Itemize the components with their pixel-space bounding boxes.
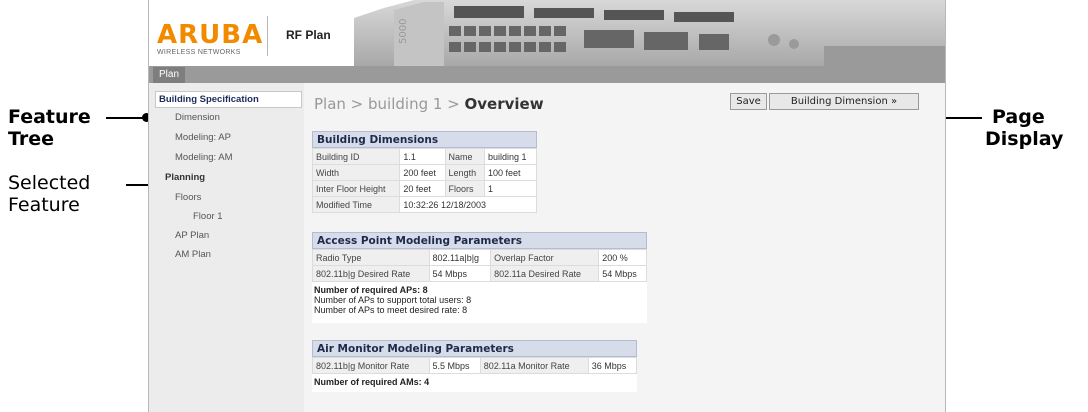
am-modeling-table: 802.11b|g Monitor Rate 5.5 Mbps 802.11a … xyxy=(312,357,638,374)
section-title: Air Monitor Modeling Parameters xyxy=(312,340,637,357)
tree-item-ap-plan[interactable]: AP Plan xyxy=(175,230,209,241)
ap-modeling-section: Access Point Modeling Parameters Radio T… xyxy=(312,232,647,323)
app-header: ARUBA WIRELESS NETWORKS RF Plan 5000 xyxy=(149,0,945,66)
tree-item-floors[interactable]: Floors xyxy=(175,192,201,203)
tree-item-floor-1[interactable]: Floor 1 xyxy=(193,211,223,222)
page-display: Plan > building 1 > Overview Save Buildi… xyxy=(304,83,945,412)
required-aps: Number of required APs: 8 xyxy=(314,285,428,295)
section-title: Access Point Modeling Parameters xyxy=(312,232,647,249)
breadcrumb: Plan > building 1 > Overview xyxy=(314,95,544,113)
tab-bar: Plan xyxy=(149,66,945,83)
logo-divider xyxy=(267,16,268,56)
building-dimension-button[interactable]: Building Dimension » xyxy=(769,93,919,110)
am-modeling-section: Air Monitor Modeling Parameters 802.11b|… xyxy=(312,340,638,392)
hardware-model-label: 5000 xyxy=(398,19,409,44)
section-title: Building Dimensions xyxy=(312,131,537,148)
tree-item-modeling-ap[interactable]: Modeling: AP xyxy=(175,132,231,143)
callout-page-display: Page Display xyxy=(985,106,1064,150)
tree-item-building-specification[interactable]: Building Specification xyxy=(155,91,302,108)
tree-item-planning[interactable]: Planning xyxy=(165,172,205,183)
aruba-logo: ARUBA WIRELESS NETWORKS xyxy=(157,20,264,56)
tree-item-dimension[interactable]: Dimension xyxy=(175,112,220,123)
breadcrumb-current: Overview xyxy=(464,95,544,113)
required-ams: Number of required AMs: 4 xyxy=(314,377,430,387)
ap-modeling-table: Radio Type 802.11a|b|g Overlap Factor 20… xyxy=(312,249,647,282)
save-button[interactable]: Save xyxy=(730,93,767,110)
building-dimensions-section: Building Dimensions Building ID 1.1 Name… xyxy=(311,131,538,213)
table-row: Building ID 1.1 Name building 1 xyxy=(311,148,538,165)
tab-plan[interactable]: Plan xyxy=(153,67,186,83)
table-row: Width 200 feet Length 100 feet xyxy=(311,164,538,181)
feature-tree: Building Specification Dimension Modelin… xyxy=(149,83,304,412)
tree-item-am-plan[interactable]: AM Plan xyxy=(175,249,211,260)
building-dimensions-table: Building ID 1.1 Name building 1 Width 20… xyxy=(311,148,538,213)
app-window: ARUBA WIRELESS NETWORKS RF Plan 5000 Pla… xyxy=(148,0,946,412)
table-row: 802.11b|g Desired Rate 54 Mbps 802.11a D… xyxy=(312,265,647,282)
table-row: Radio Type 802.11a|b|g Overlap Factor 20… xyxy=(312,249,647,266)
hardware-banner-image: 5000 xyxy=(354,0,945,66)
aps-for-users: Number of APs to support total users: 8 xyxy=(314,295,472,305)
callout-selected-feature: Selected Feature xyxy=(8,172,91,216)
callout-feature-tree: Feature Tree xyxy=(8,106,91,150)
table-row: Inter Floor Height 20 feet Floors 1 xyxy=(311,180,538,197)
app-title: RF Plan xyxy=(286,28,331,42)
callout-feature-tree-line xyxy=(106,117,146,119)
table-row: Modified Time 10:32:26 12/18/2003 xyxy=(311,196,537,213)
tree-item-modeling-am[interactable]: Modeling: AM xyxy=(175,152,233,163)
aps-for-rate: Number of APs to meet desired rate: 8 xyxy=(314,305,468,315)
table-row: 802.11b|g Monitor Rate 5.5 Mbps 802.11a … xyxy=(312,357,638,374)
